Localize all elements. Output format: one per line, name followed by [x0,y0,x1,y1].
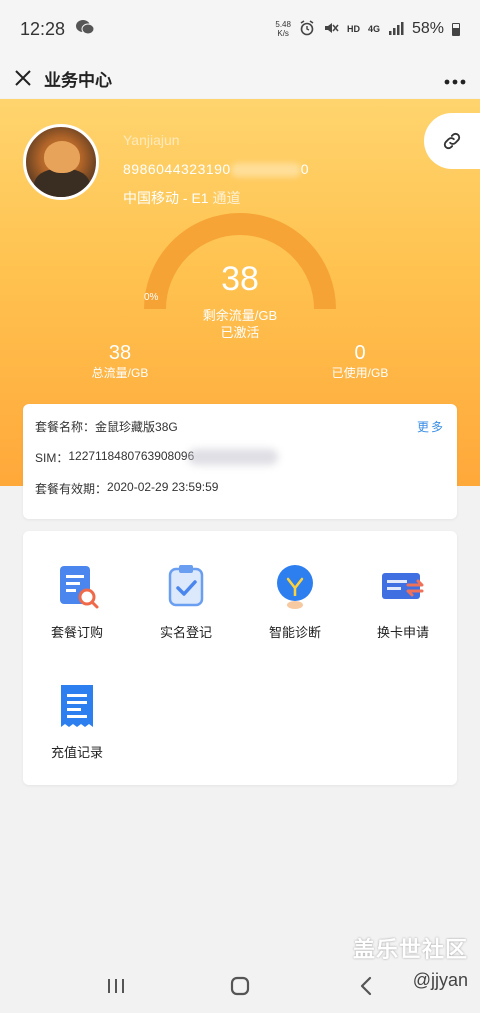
user-iccid: 8986044323190 0 [123,155,309,184]
menu-item-card-replace[interactable]: 换卡申请 [353,561,453,641]
link-icon [443,132,461,150]
total-data-value: 38 [108,342,132,364]
home-icon [230,976,250,996]
service-menu: 套餐订购 实名登记 智能诊断 换卡申请 充值记录 [23,531,457,785]
expiry-value: 2020-02-29 23:59:59 [107,480,219,494]
user-iccid-tail: 0 [300,161,310,177]
card-swap-icon [382,573,424,599]
menu-item-diagnosis[interactable]: 智能诊断 [245,561,345,641]
back-icon [360,976,372,996]
used-data-stat: 0 已使用/GB [310,342,410,381]
data-gauge [144,213,336,310]
sim-value: 1227118480763908096 [68,449,195,463]
lightbulb-icon [277,565,313,609]
back-button[interactable] [346,974,386,998]
network-speed: 5.48 K/s [275,20,291,38]
sim-row: SIM： 1227118480763908096 [35,449,445,480]
hd-badge: HD [346,24,360,34]
menu-item-real-name[interactable]: 实名登记 [136,561,236,641]
clipboard-check-icon [168,565,204,607]
status-bar: 12:28 5.48 K/s HD 4G 58% [0,0,480,58]
menu-label: 充值记录 [50,745,103,760]
recent-apps-button[interactable] [96,974,136,998]
remaining-data-value: 38 [221,260,259,298]
activation-status: 已激活 [220,325,260,340]
sim-label: SIM： [35,451,69,465]
avatar [23,124,99,200]
package-card: 套餐名称： 金鼠珍藏版38G 更多 SIM： 12271184807639080… [23,404,457,519]
watermark-handle: @jjyan [412,970,468,990]
package-more-link[interactable]: 更多 [417,418,445,435]
home-button[interactable] [220,974,260,998]
menu-label: 换卡申请 [376,625,429,640]
network-speed-unit: K/s [277,29,289,38]
signal-icon [388,21,404,38]
total-data-stat: 38 总流量/GB [70,342,170,381]
network-speed-value: 5.48 [275,20,291,29]
expiry-label: 套餐有效期： [35,482,108,496]
used-data-value: 0 [354,342,366,364]
status-time: 12:28 [20,18,66,39]
more-options-icon[interactable] [444,65,466,91]
link-button[interactable] [424,113,480,169]
total-data-label: 总流量/GB [91,366,149,380]
network-type: 4G [367,24,380,34]
user-iccid-value: 8986044323190 [123,161,231,177]
menu-label: 套餐订购 [50,625,103,640]
expiry-row: 套餐有效期： 2020-02-29 23:59:59 [35,480,445,511]
user-name: Yanjiajun [123,132,180,148]
menu-label: 智能诊断 [268,625,321,640]
page-title: 业务中心 [44,70,112,90]
used-data-label: 已使用/GB [331,366,389,380]
menu-item-recharge-records[interactable]: 充值记录 [27,681,127,761]
mute-icon [323,20,339,39]
system-navigation-bar [0,960,480,1013]
wechat-notification-icon [75,19,95,39]
menu-item-plan-order[interactable]: 套餐订购 [27,561,127,641]
battery-icon [452,22,460,36]
close-icon[interactable] [14,65,34,91]
watermark-brand: 盖乐世社区 [352,937,468,962]
package-name-row: 套餐名称： 金鼠珍藏版38G [35,418,445,449]
battery-level: 58% [411,20,444,37]
document-search-icon [60,566,99,609]
title-bar: 业务中心 [0,58,480,98]
package-name-label: 套餐名称： [35,420,96,434]
package-name-value: 金鼠珍藏版38G [95,420,178,434]
recent-apps-icon [108,979,124,993]
alarm-icon [299,19,315,39]
receipt-icon [61,685,93,727]
menu-label: 实名登记 [159,625,212,640]
